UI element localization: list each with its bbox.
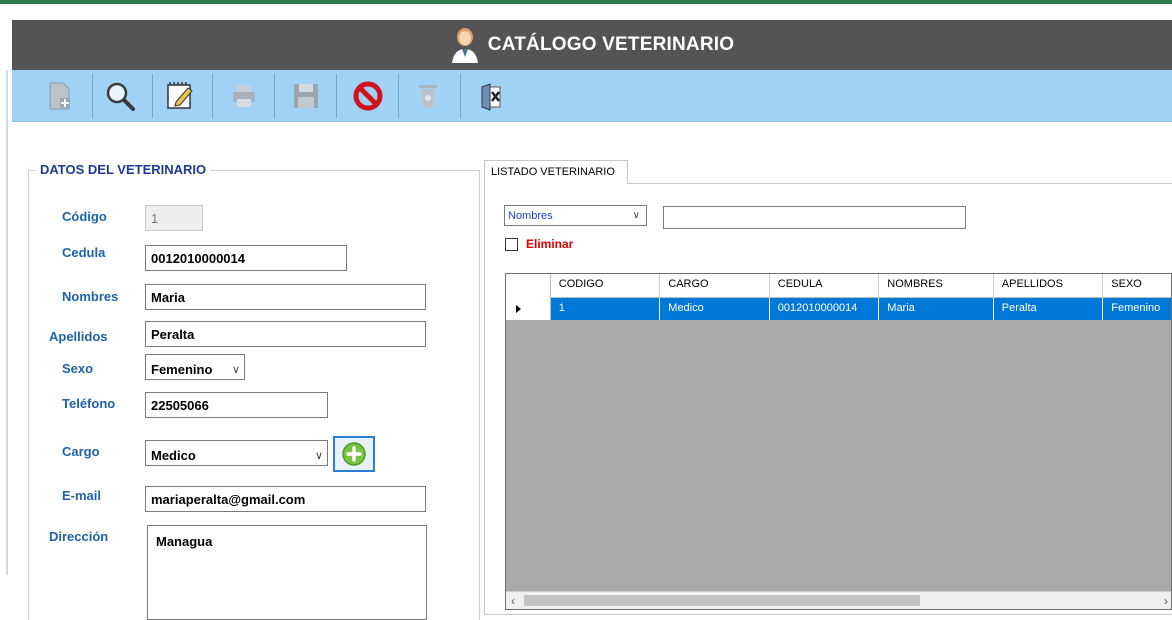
column-header[interactable]: NOMBRES — [879, 274, 994, 297]
title-bar: CATÁLOGO VETERINARIO — [12, 20, 1172, 70]
email-field[interactable]: mariaperalta@gmail.com — [145, 486, 426, 512]
chevron-down-icon: ∨ — [314, 450, 323, 462]
table-cell[interactable]: 0012010000014 — [769, 298, 880, 320]
add-circle-icon — [342, 442, 366, 466]
cedula-field[interactable]: 0012010000014 — [145, 245, 347, 271]
cedula-label: Cedula — [62, 245, 106, 260]
table-cell[interactable]: Peralta — [993, 298, 1104, 320]
column-header[interactable]: CODIGO — [551, 274, 661, 297]
edit-icon — [167, 82, 193, 109]
horizontal-scrollbar[interactable]: ‹ › — [506, 591, 1171, 609]
cargo-selected-value: Medico — [151, 448, 196, 463]
toolbar-separator — [92, 74, 93, 118]
column-header[interactable]: SEXO — [1103, 274, 1171, 297]
new-record-icon — [49, 82, 70, 110]
sexo-label: Sexo — [62, 361, 94, 376]
cargo-select[interactable]: Medico ∨ — [145, 440, 328, 466]
search-input[interactable] — [663, 206, 966, 229]
save-button[interactable] — [286, 76, 326, 116]
cargo-label: Cargo — [62, 444, 100, 459]
toolbar-separator — [274, 74, 275, 118]
direccion-textarea[interactable]: Managua — [147, 525, 427, 620]
grid-corner-cell — [506, 274, 551, 298]
toolbar-separator — [398, 74, 399, 118]
toolbar-separator — [212, 74, 213, 118]
save-icon — [294, 84, 318, 108]
eliminar-checkbox[interactable] — [505, 238, 518, 251]
toolbar-separator — [336, 74, 337, 118]
telefono-label: Teléfono — [62, 396, 116, 411]
email-label: E-mail — [62, 488, 102, 503]
telefono-field[interactable]: 22505066 — [145, 392, 328, 418]
row-pointer-icon — [516, 305, 521, 313]
sexo-selected-value: Femenino — [151, 362, 213, 377]
print-button[interactable] — [224, 76, 264, 116]
apellidos-label: Apellidos — [49, 329, 108, 344]
edit-button[interactable] — [160, 76, 200, 116]
apellidos-field[interactable]: Peralta — [145, 321, 426, 347]
chevron-down-icon: ∨ — [231, 364, 240, 376]
veterinarian-grid[interactable]: CODIGO CARGO CEDULA NOMBRES APELLIDOS SE… — [505, 273, 1172, 610]
table-cell[interactable]: Medico — [660, 298, 770, 320]
codigo-field[interactable]: 1 — [145, 205, 203, 231]
row-selector[interactable] — [506, 298, 551, 320]
column-header[interactable]: CARGO — [660, 274, 770, 297]
top-accent-line — [0, 0, 1172, 4]
add-cargo-button[interactable] — [333, 436, 375, 472]
eliminar-label: Eliminar — [526, 237, 574, 251]
search-field-select[interactable]: Nombres ∨ — [504, 205, 647, 226]
table-cell[interactable]: Maria — [879, 298, 994, 320]
table-row[interactable]: 1 Medico 0012010000014 Maria Peralta Fem… — [506, 298, 1171, 320]
cancel-icon — [353, 81, 383, 111]
codigo-label: Código — [62, 209, 107, 224]
cancel-button[interactable] — [348, 76, 388, 116]
delete-icon — [419, 85, 437, 108]
exit-icon — [481, 83, 501, 111]
search-icon — [106, 82, 135, 111]
delete-button[interactable] — [408, 76, 448, 116]
chevron-down-icon: ∨ — [632, 210, 640, 221]
print-icon — [233, 85, 255, 107]
scrollbar-thumb[interactable] — [524, 595, 920, 606]
tab-listado-veterinario[interactable]: LISTADO VETERINARIO — [484, 160, 628, 184]
nombres-label: Nombres — [62, 289, 119, 304]
table-cell[interactable]: Femenino — [1103, 298, 1171, 320]
window-left-edge — [6, 70, 8, 575]
toolbar — [12, 70, 1172, 122]
grid-header: CODIGO CARGO CEDULA NOMBRES APELLIDOS SE… — [506, 274, 1171, 298]
direccion-label: Dirección — [49, 529, 109, 544]
column-header[interactable]: CEDULA — [770, 274, 880, 297]
toolbar-separator — [152, 74, 153, 118]
sexo-select[interactable]: Femenino ∨ — [145, 354, 245, 380]
scroll-right-icon[interactable]: › — [1164, 592, 1168, 609]
column-header[interactable]: APELLIDOS — [994, 274, 1104, 297]
window-title: CATÁLOGO VETERINARIO — [487, 34, 735, 55]
scroll-left-icon[interactable]: ‹ — [511, 592, 515, 609]
table-cell[interactable]: 1 — [550, 298, 661, 320]
exit-button[interactable] — [472, 76, 512, 116]
search-button[interactable] — [100, 76, 140, 116]
veterinarian-avatar-icon — [451, 28, 478, 63]
nombres-field[interactable]: Maria — [145, 284, 426, 310]
search-field-value: Nombres — [508, 209, 553, 222]
new-record-button[interactable] — [40, 76, 80, 116]
group-title: DATOS DEL VETERINARIO — [36, 162, 211, 177]
toolbar-separator — [460, 74, 461, 118]
